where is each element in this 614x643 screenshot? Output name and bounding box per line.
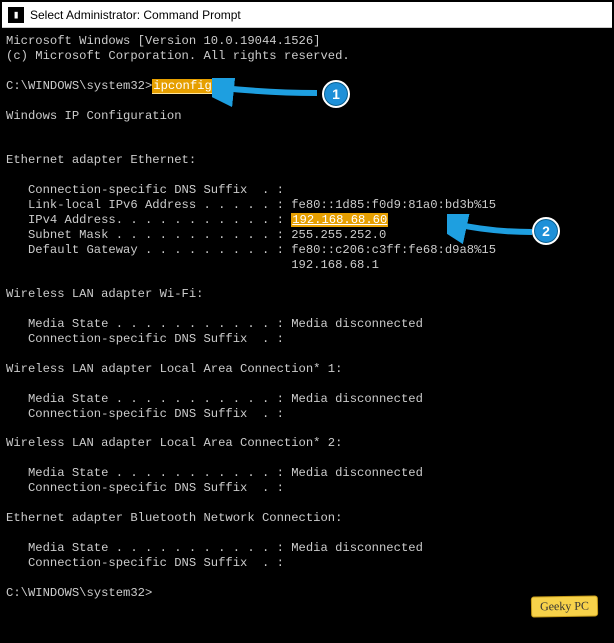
window-title: Select Administrator: Command Prompt bbox=[30, 8, 241, 22]
terminal-output[interactable]: Microsoft Windows [Version 10.0.19044.15… bbox=[2, 28, 612, 604]
command-ipconfig: ipconfig bbox=[152, 79, 213, 94]
wifi-media-value: Media disconnected bbox=[291, 317, 423, 331]
titlebar[interactable]: ▮ Select Administrator: Command Prompt bbox=[2, 2, 612, 28]
bt-media-value: Media disconnected bbox=[291, 541, 423, 555]
bt-media-label: Media State . . . . . . . . . . . : bbox=[6, 541, 291, 555]
lac2-media-value: Media disconnected bbox=[291, 466, 423, 480]
eth-ipv4-label: IPv4 Address. . . . . . . . . . . : bbox=[6, 213, 291, 227]
cmd-window: ▮ Select Administrator: Command Prompt M… bbox=[0, 0, 614, 643]
eth-gw-value1: fe80::c206:c3ff:fe68:d9a8%15 bbox=[291, 243, 496, 257]
lac1-media-value: Media disconnected bbox=[291, 392, 423, 406]
eth-gw-indent bbox=[6, 258, 291, 272]
eth-gw-label: Default Gateway . . . . . . . . . : bbox=[6, 243, 291, 257]
eth-ipv4-value: 192.168.68.60 bbox=[291, 213, 388, 227]
wifi-title: Wireless LAN adapter Wi-Fi: bbox=[6, 287, 203, 301]
lac2-dns-label: Connection-specific DNS Suffix . : bbox=[6, 481, 284, 495]
lac1-dns-label: Connection-specific DNS Suffix . : bbox=[6, 407, 284, 421]
eth-ipv6-label: Link-local IPv6 Address . . . . . : bbox=[6, 198, 291, 212]
ip-config-header: Windows IP Configuration bbox=[6, 109, 182, 123]
eth-ipv6-value: fe80::1d85:f0d9:81a0:bd3b%15 bbox=[291, 198, 496, 212]
eth-mask-value: 255.255.252.0 bbox=[291, 228, 386, 242]
lac1-media-label: Media State . . . . . . . . . . . : bbox=[6, 392, 291, 406]
annotation-badge-1: 1 bbox=[322, 80, 350, 108]
eth-gw-value2: 192.168.68.1 bbox=[291, 258, 379, 272]
bt-title: Ethernet adapter Bluetooth Network Conne… bbox=[6, 511, 342, 525]
prompt-path-2: C:\WINDOWS\system32> bbox=[6, 586, 152, 600]
eth-dns-suffix: Connection-specific DNS Suffix . : bbox=[6, 183, 284, 197]
os-version-line: Microsoft Windows [Version 10.0.19044.15… bbox=[6, 34, 321, 48]
eth-mask-label: Subnet Mask . . . . . . . . . . . : bbox=[6, 228, 291, 242]
lac2-media-label: Media State . . . . . . . . . . . : bbox=[6, 466, 291, 480]
lac2-title: Wireless LAN adapter Local Area Connecti… bbox=[6, 436, 342, 450]
wifi-media-label: Media State . . . . . . . . . . . : bbox=[6, 317, 291, 331]
copyright-line: (c) Microsoft Corporation. All rights re… bbox=[6, 49, 350, 63]
prompt-path: C:\WINDOWS\system32> bbox=[6, 79, 152, 93]
wifi-dns-label: Connection-specific DNS Suffix . : bbox=[6, 332, 284, 346]
cmd-icon: ▮ bbox=[8, 7, 24, 23]
annotation-badge-2: 2 bbox=[532, 217, 560, 245]
bt-dns-label: Connection-specific DNS Suffix . : bbox=[6, 556, 284, 570]
lac1-title: Wireless LAN adapter Local Area Connecti… bbox=[6, 362, 342, 376]
ethernet-title: Ethernet adapter Ethernet: bbox=[6, 153, 196, 167]
watermark: Geeky PC bbox=[531, 595, 598, 617]
